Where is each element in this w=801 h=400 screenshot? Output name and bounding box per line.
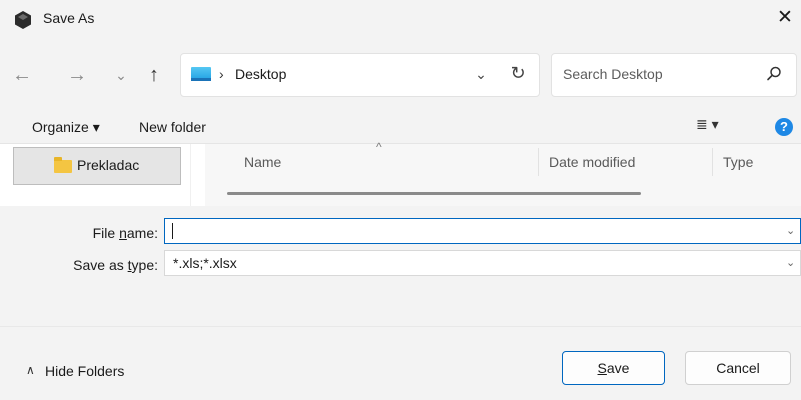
window-title: Save As <box>43 10 95 26</box>
organize-button[interactable]: Organize ▾ <box>32 119 100 136</box>
save-button[interactable]: Save <box>562 351 665 385</box>
save-as-type-label: Save as type: <box>73 257 158 273</box>
app-icon <box>15 11 31 29</box>
help-icon[interactable]: ? <box>775 118 793 136</box>
close-button[interactable]: ✕ <box>772 4 798 32</box>
search-placeholder: Search Desktop <box>563 66 663 82</box>
column-divider[interactable] <box>538 148 539 176</box>
sort-indicator-icon: ^ <box>376 140 382 154</box>
breadcrumb-desktop[interactable]: Desktop <box>235 66 286 82</box>
command-bar <box>0 110 801 144</box>
address-dropdown-button[interactable]: ⌄ <box>470 62 492 86</box>
cancel-button[interactable]: Cancel <box>685 351 791 385</box>
pane-splitter[interactable] <box>190 144 191 206</box>
refresh-button[interactable]: ↻ <box>506 61 530 85</box>
file-name-input[interactable] <box>164 218 801 244</box>
forward-button[interactable]: → <box>63 61 91 89</box>
column-header-name[interactable]: Name <box>244 153 281 173</box>
title-bar <box>0 0 801 36</box>
up-button[interactable]: ↑ <box>140 61 168 89</box>
chevron-up-icon[interactable]: ∧ <box>26 363 35 377</box>
column-header-type[interactable]: Type <box>723 153 753 173</box>
folder-icon <box>54 157 72 173</box>
horizontal-scrollbar[interactable] <box>227 192 641 195</box>
file-name-dropdown-icon[interactable]: ⌄ <box>786 223 800 239</box>
sidebar-item-label: Prekladac <box>77 157 140 173</box>
file-name-label: File name: <box>92 225 158 241</box>
column-header-date-modified[interactable]: Date modified <box>549 153 635 173</box>
hide-folders-button[interactable]: Hide Folders <box>45 363 124 379</box>
save-as-type-dropdown-icon[interactable]: ⌄ <box>786 255 800 271</box>
column-divider[interactable] <box>712 148 713 176</box>
search-icon[interactable] <box>764 64 784 84</box>
save-as-type-select[interactable]: *.xls;*.xlsx <box>164 250 801 276</box>
recent-locations-button[interactable]: ⌄ <box>107 61 135 89</box>
new-folder-button[interactable]: New folder <box>139 119 206 135</box>
desktop-folder-icon <box>191 67 211 81</box>
back-button[interactable]: ← <box>8 61 36 89</box>
breadcrumb-separator: › <box>219 66 224 82</box>
text-cursor <box>172 223 173 239</box>
view-options-button[interactable]: ≣ ▾ <box>696 116 738 138</box>
